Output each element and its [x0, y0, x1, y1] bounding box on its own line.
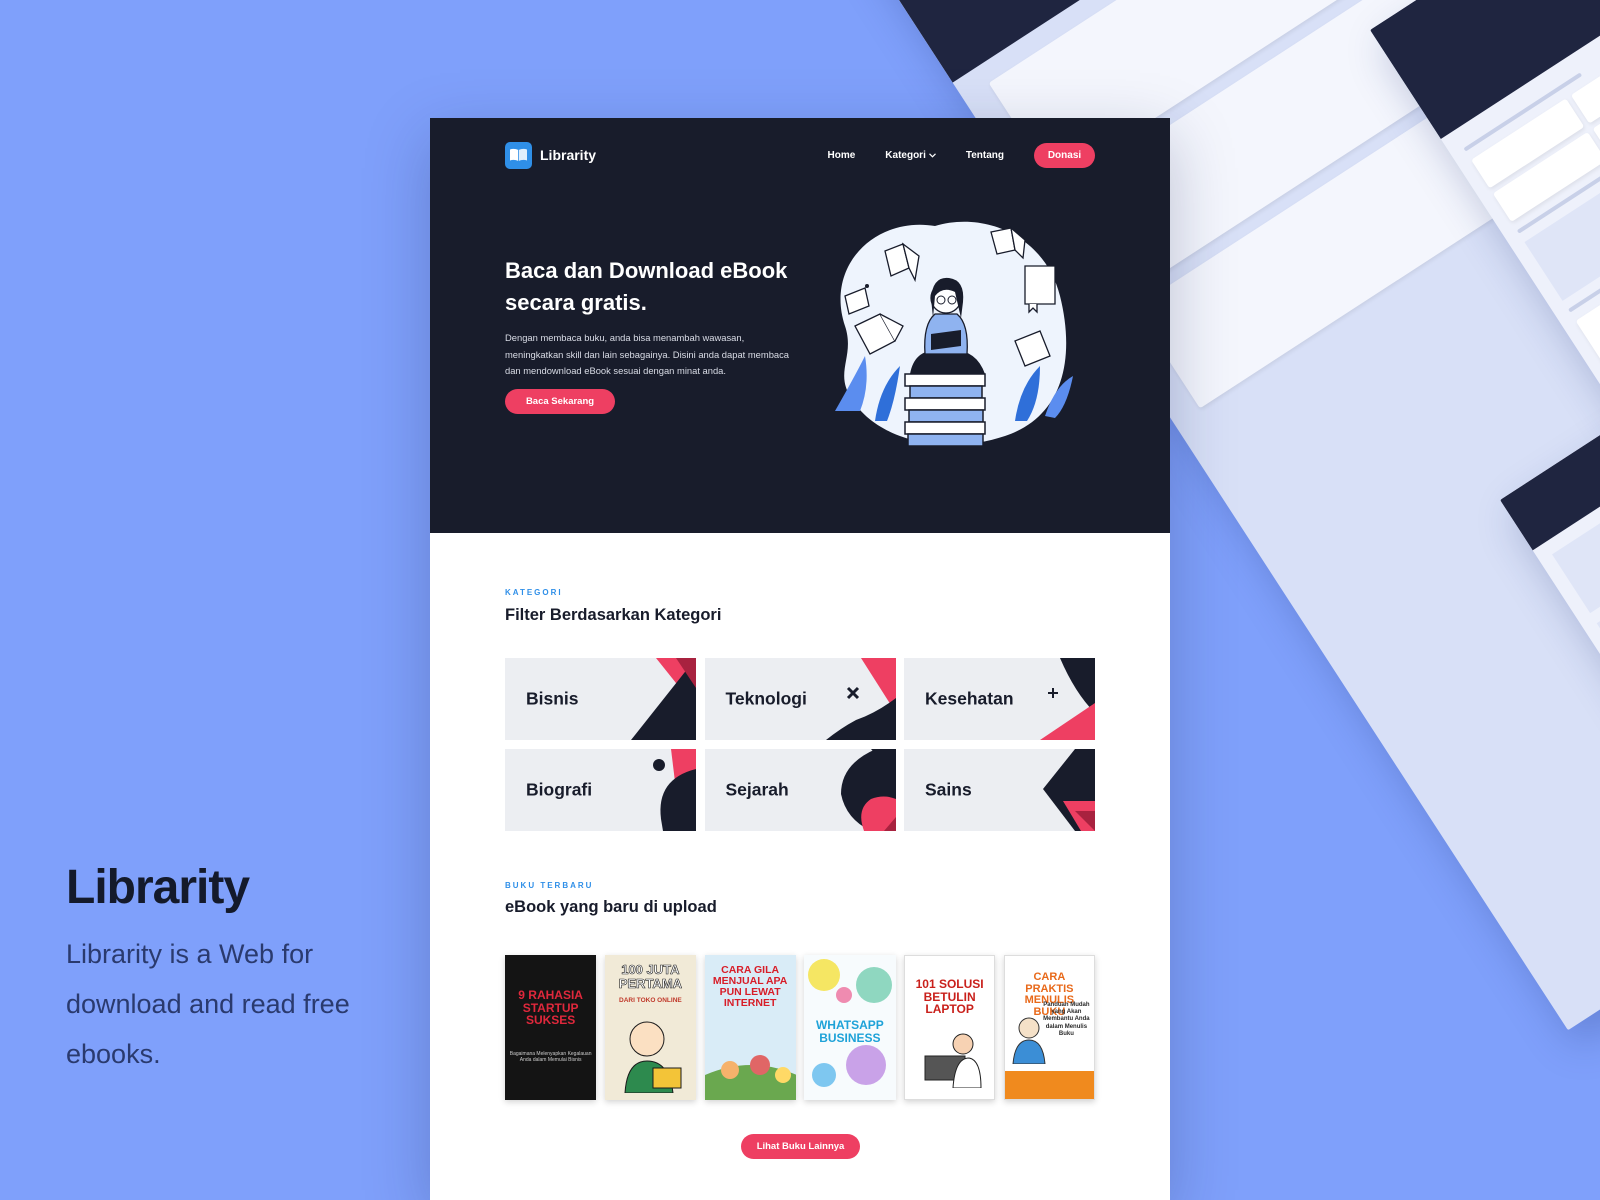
book-cover-whatsapp-business[interactable]: WHATSAPP BUSINESS [804, 955, 896, 1100]
brand-name[interactable]: Librarity [540, 147, 596, 163]
category-card-sejarah[interactable]: Sejarah [704, 749, 896, 831]
category-grid: Bisnis Teknologi Kesehatan Biografi Seja… [505, 658, 1095, 831]
showcase-caption: Librarity Librarity is a Web for downloa… [66, 860, 366, 1079]
book-title: WHATSAPP BUSINESS [815, 1018, 884, 1045]
donate-button[interactable]: Donasi [1034, 142, 1095, 168]
book-title: 9 RAHASIA STARTUP SUKSES [518, 988, 583, 1028]
book-title: CARA GILA MENJUAL APA PUN LEWAT INTERNET [712, 964, 788, 1010]
chevron-down-icon [928, 152, 936, 158]
book-cover-101-solusi-laptop[interactable]: 101 SOLUSI BETULIN LAPTOP [904, 955, 996, 1100]
category-shape-decoration [1043, 749, 1095, 831]
category-label: Kesehatan [925, 688, 1014, 709]
book-title: 101 SOLUSI BETULIN LAPTOP [915, 977, 984, 1017]
category-card-teknologi[interactable]: Teknologi [704, 658, 896, 740]
category-section-label: KATEGORI [505, 588, 563, 597]
hero-section: Librarity Home Kategori Tentang Donasi B… [430, 118, 1170, 533]
book-cover-illustration [624, 1021, 682, 1093]
book-cover-cara-gila-menjual[interactable]: CARA GILA MENJUAL APA PUN LEWAT INTERNET [704, 955, 796, 1100]
category-label: Sejarah [725, 779, 789, 800]
book-title: 100 JUTA PERTAMA [618, 962, 683, 991]
book-cover-footer-band [1004, 1071, 1094, 1099]
category-shape-decoration [631, 658, 696, 740]
book-subtitle: DARI TOKO ONLINE [619, 997, 682, 1004]
book-cover-illustration [924, 1033, 982, 1088]
nav-links: Home Kategori Tentang Donasi [827, 142, 1095, 168]
caption-description: Librarity is a Web for download and read… [66, 939, 350, 1069]
category-card-bisnis[interactable]: Bisnis [505, 658, 696, 740]
book-logo-icon[interactable] [505, 141, 532, 169]
category-label: Bisnis [526, 688, 579, 709]
read-now-button[interactable]: Baca Sekarang [505, 389, 615, 414]
category-label: Sains [925, 779, 972, 800]
book-cover-100-juta-pertama[interactable]: 100 JUTA PERTAMA DARI TOKO ONLINE [604, 955, 696, 1100]
book-subtitle: Bagaimana Melenyapkan Kegalauan Anda dal… [509, 1051, 592, 1063]
category-shape-decoration [653, 749, 696, 831]
see-more-books-button[interactable]: Lihat Buku Lainnya [741, 1134, 860, 1159]
caption-title: Librarity [66, 861, 250, 914]
category-section-title: Filter Berdasarkan Kategori [505, 606, 722, 624]
hero-description: Dengan membaca buku, anda bisa menambah … [505, 332, 790, 376]
navbar: Librarity Home Kategori Tentang Donasi [505, 140, 1095, 170]
book-cover-illustration [1012, 1017, 1046, 1064]
latest-section-label: BUKU TERBARU [505, 881, 594, 890]
latest-section-title: eBook yang baru di upload [505, 898, 717, 916]
book-cover-rahasia-startup[interactable]: 9 RAHASIA STARTUP SUKSES Bagaimana Melen… [505, 955, 597, 1100]
category-shape-decoration [840, 749, 896, 831]
nav-tentang[interactable]: Tentang [966, 150, 1004, 161]
hero-title: Baca dan Download eBook secara gratis. [505, 258, 788, 315]
category-card-kesehatan[interactable]: Kesehatan [904, 658, 1095, 740]
latest-books-list: 9 RAHASIA STARTUP SUKSES Bagaimana Melen… [505, 955, 1095, 1100]
website-mockup: Librarity Home Kategori Tentang Donasi B… [430, 118, 1170, 1200]
reading-woman-illustration [835, 221, 1073, 447]
book-subtitle: Panduan Mudah yang Akan Membantu Anda da… [1043, 1002, 1090, 1037]
book-cover-illustration [704, 1055, 796, 1100]
category-card-sains[interactable]: Sains [904, 749, 1095, 831]
nav-home[interactable]: Home [827, 150, 855, 161]
nav-kategori-label: Kategori [885, 149, 926, 161]
category-label: Teknologi [725, 688, 807, 709]
book-cover-cara-praktis-menulis-buku[interactable]: CARA PRAKTIS MENULIS BUKU Panduan Mudah … [1003, 955, 1095, 1100]
category-card-biografi[interactable]: Biografi [505, 749, 696, 831]
nav-kategori-dropdown[interactable]: Kategori [885, 150, 936, 161]
category-label: Biografi [526, 779, 593, 800]
